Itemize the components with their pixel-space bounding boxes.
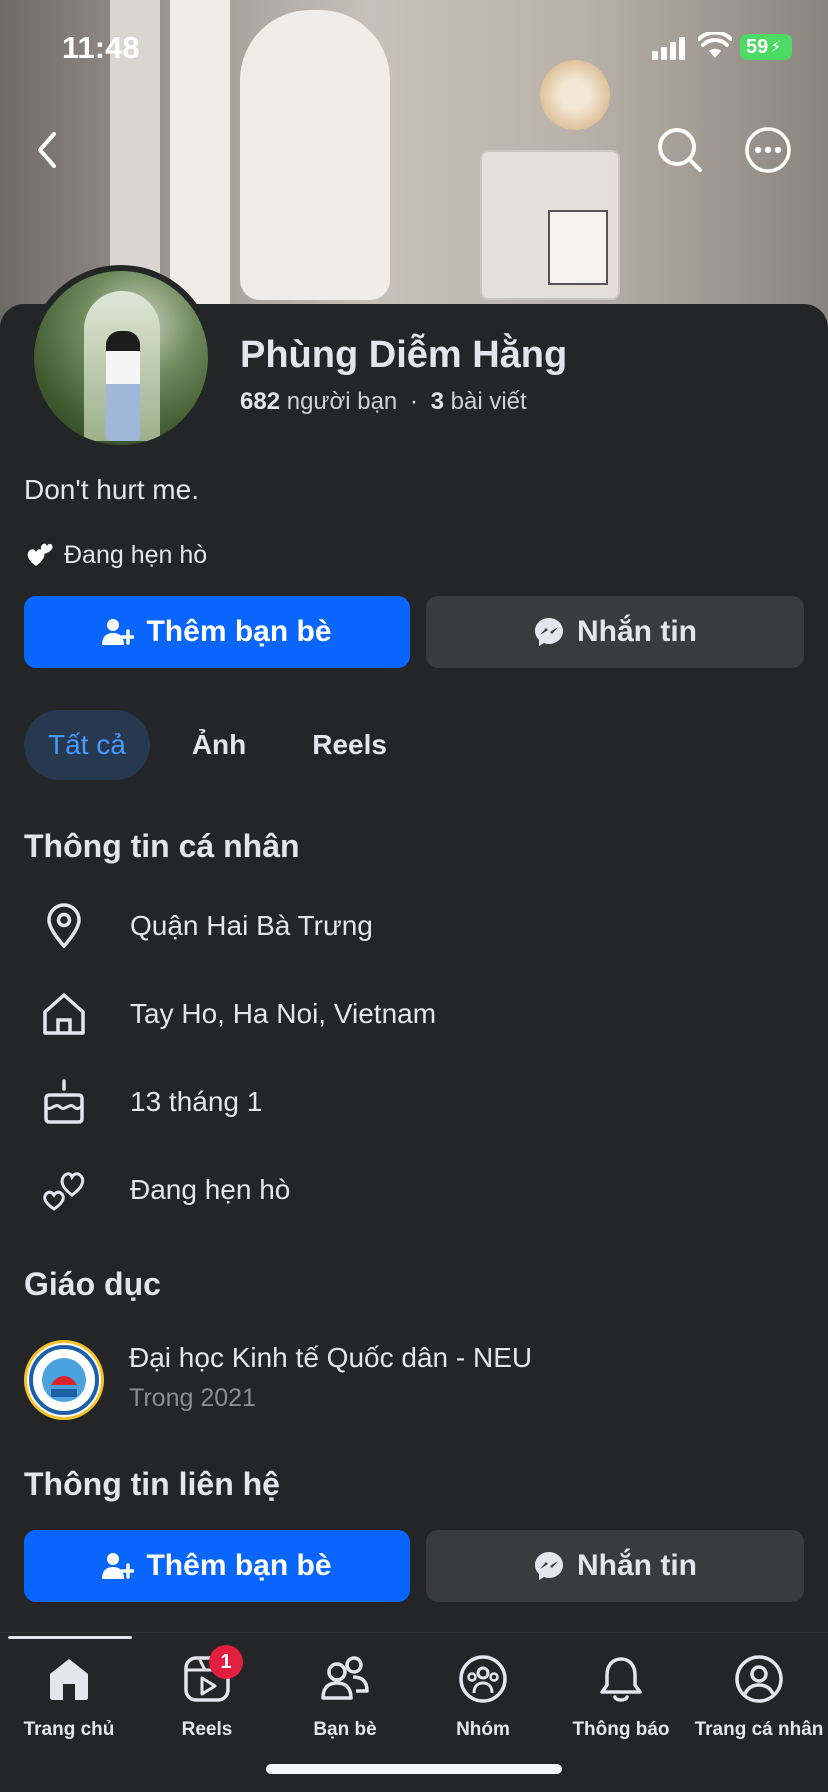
nav-profile[interactable]: Trang cá nhân	[690, 1651, 828, 1741]
search-button[interactable]	[655, 125, 705, 175]
info-row-location: Quận Hai Bà Trưng	[38, 900, 373, 952]
posts-label: bài viết	[450, 388, 527, 415]
status-bar: 11:48 59 ⚡	[0, 0, 828, 100]
battery-level: 59	[746, 35, 769, 58]
school-year: Trong 2021	[129, 1384, 256, 1412]
info-location-text: Quận Hai Bà Trưng	[130, 910, 373, 941]
add-friend-button[interactable]: Thêm bạn bè	[24, 596, 410, 668]
nav-notifications[interactable]: Thông báo	[552, 1651, 690, 1741]
info-relationship-text: Đang hẹn hò	[130, 1174, 291, 1205]
home-icon	[41, 1651, 97, 1707]
cellular-signal-icon	[652, 36, 685, 60]
profile-name: Phùng Diễm Hằng	[240, 334, 568, 376]
messenger-icon	[535, 1552, 563, 1580]
messenger-icon	[535, 618, 563, 646]
info-hometown-text: Tay Ho, Ha Noi, Vietnam	[130, 998, 437, 1029]
friends-icon	[317, 1651, 373, 1707]
tab-photos[interactable]: Ảnh	[168, 710, 270, 780]
nav-groups[interactable]: Nhóm	[414, 1651, 552, 1741]
wifi-icon	[697, 30, 733, 65]
message-label: Nhắn tin	[577, 1549, 697, 1582]
profile-icon	[731, 1651, 787, 1707]
friends-count: 682	[240, 388, 281, 415]
charging-icon: ⚡	[770, 39, 782, 56]
avatar[interactable]	[28, 265, 214, 451]
relationship-text: Đang hẹn hò	[64, 540, 208, 569]
info-row-hometown: Tay Ho, Ha Noi, Vietnam	[38, 988, 436, 1040]
nav-reels-label: Reels	[181, 1719, 233, 1740]
bell-icon	[593, 1651, 649, 1707]
stats-separator: ·	[409, 388, 418, 415]
add-friend-icon	[102, 1553, 135, 1579]
tab-reels[interactable]: Reels	[288, 710, 411, 780]
home-icon	[38, 988, 90, 1040]
message-button-bottom[interactable]: Nhắn tin	[426, 1530, 804, 1602]
nav-home-label: Trang chủ	[23, 1719, 115, 1740]
hearts-icon	[38, 1164, 90, 1216]
nav-home[interactable]: Trang chủ	[0, 1651, 138, 1741]
tab-all[interactable]: Tất cả	[24, 710, 150, 780]
birthday-cake-icon	[38, 1076, 90, 1128]
status-time: 11:48	[62, 30, 140, 65]
avatar-photo	[34, 271, 208, 445]
nav-friends-label: Bạn bè	[313, 1719, 377, 1740]
battery-indicator: 59 ⚡	[740, 34, 792, 60]
school-logo	[24, 1340, 104, 1420]
relationship-status: Đang hẹn hò	[24, 540, 207, 570]
friends-label[interactable]: người bạn	[287, 388, 398, 415]
add-friend-label: Thêm bạn bè	[146, 1549, 332, 1582]
profile-bio: Don't hurt me.	[24, 474, 199, 505]
location-pin-icon	[38, 900, 90, 952]
nav-profile-label: Trang cá nhân	[694, 1719, 824, 1740]
reels-icon: 1	[179, 1645, 243, 1707]
add-friend-button-bottom[interactable]: Thêm bạn bè	[24, 1530, 410, 1602]
groups-icon	[455, 1651, 511, 1707]
nav-notifications-label: Thông báo	[572, 1719, 670, 1740]
message-button[interactable]: Nhắn tin	[426, 596, 804, 668]
reels-badge: 1	[209, 1645, 243, 1679]
nav-reels[interactable]: 1 Reels	[138, 1645, 276, 1741]
info-row-relationship: Đang hẹn hò	[38, 1164, 290, 1216]
education-title: Giáo dục	[24, 1266, 161, 1302]
contact-info-title: Thông tin liên hệ	[24, 1466, 280, 1502]
posts-count: 3	[430, 388, 444, 415]
active-tab-indicator	[8, 1636, 132, 1639]
cover-decor	[548, 210, 608, 285]
info-row-birthday: 13 tháng 1	[38, 1076, 262, 1128]
more-icon	[745, 127, 791, 173]
chevron-left-icon	[38, 132, 56, 168]
info-birthday-text: 13 tháng 1	[130, 1086, 263, 1117]
school-name: Đại học Kinh tế Quốc dân - NEU	[129, 1342, 533, 1373]
more-options-button[interactable]	[743, 125, 793, 175]
education-item[interactable]: Đại học Kinh tế Quốc dân - NEU Trong 202…	[24, 1340, 532, 1420]
add-friend-label: Thêm bạn bè	[146, 615, 332, 648]
nav-groups-label: Nhóm	[456, 1719, 510, 1740]
profile-stats: 682 người bạn · 3 bài viết	[240, 388, 527, 416]
personal-info-title: Thông tin cá nhân	[24, 828, 300, 864]
message-label: Nhắn tin	[577, 615, 697, 648]
home-indicator[interactable]	[266, 1764, 562, 1774]
profile-tabs: Tất cả Ảnh Reels	[24, 710, 411, 780]
search-icon	[658, 128, 702, 172]
back-button[interactable]	[22, 125, 72, 175]
nav-friends[interactable]: Bạn bè	[276, 1651, 414, 1741]
hearts-icon	[27, 543, 53, 566]
add-friend-icon	[102, 619, 135, 645]
